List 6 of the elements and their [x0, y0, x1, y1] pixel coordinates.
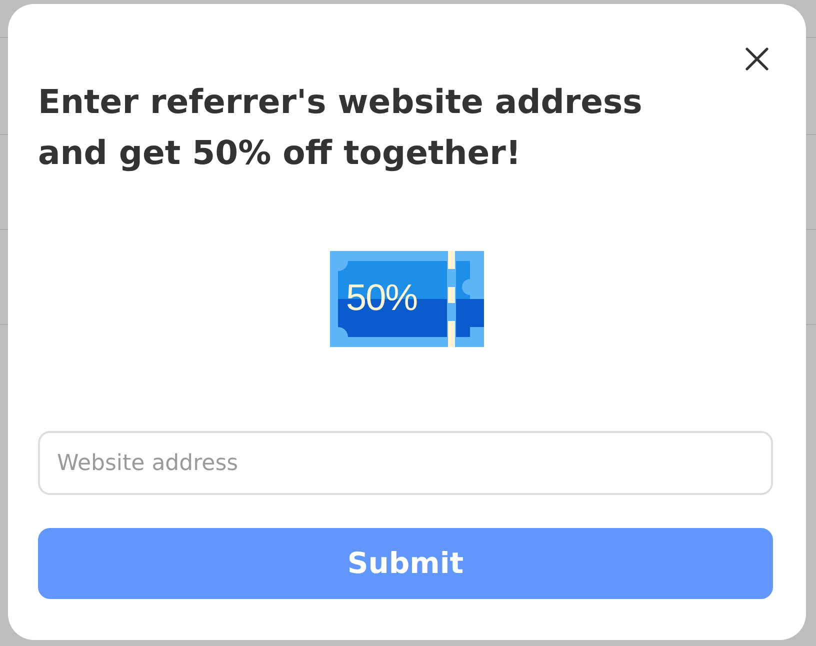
website-address-field[interactable]: Website address: [38, 431, 773, 495]
close-icon: [745, 47, 769, 71]
submit-button[interactable]: Submit: [38, 528, 773, 599]
discount-label: 50%: [346, 277, 418, 319]
coupon-icon: [330, 251, 484, 347]
dialog-title: Enter referrer's website address and get 50% off together!: [38, 81, 644, 174]
